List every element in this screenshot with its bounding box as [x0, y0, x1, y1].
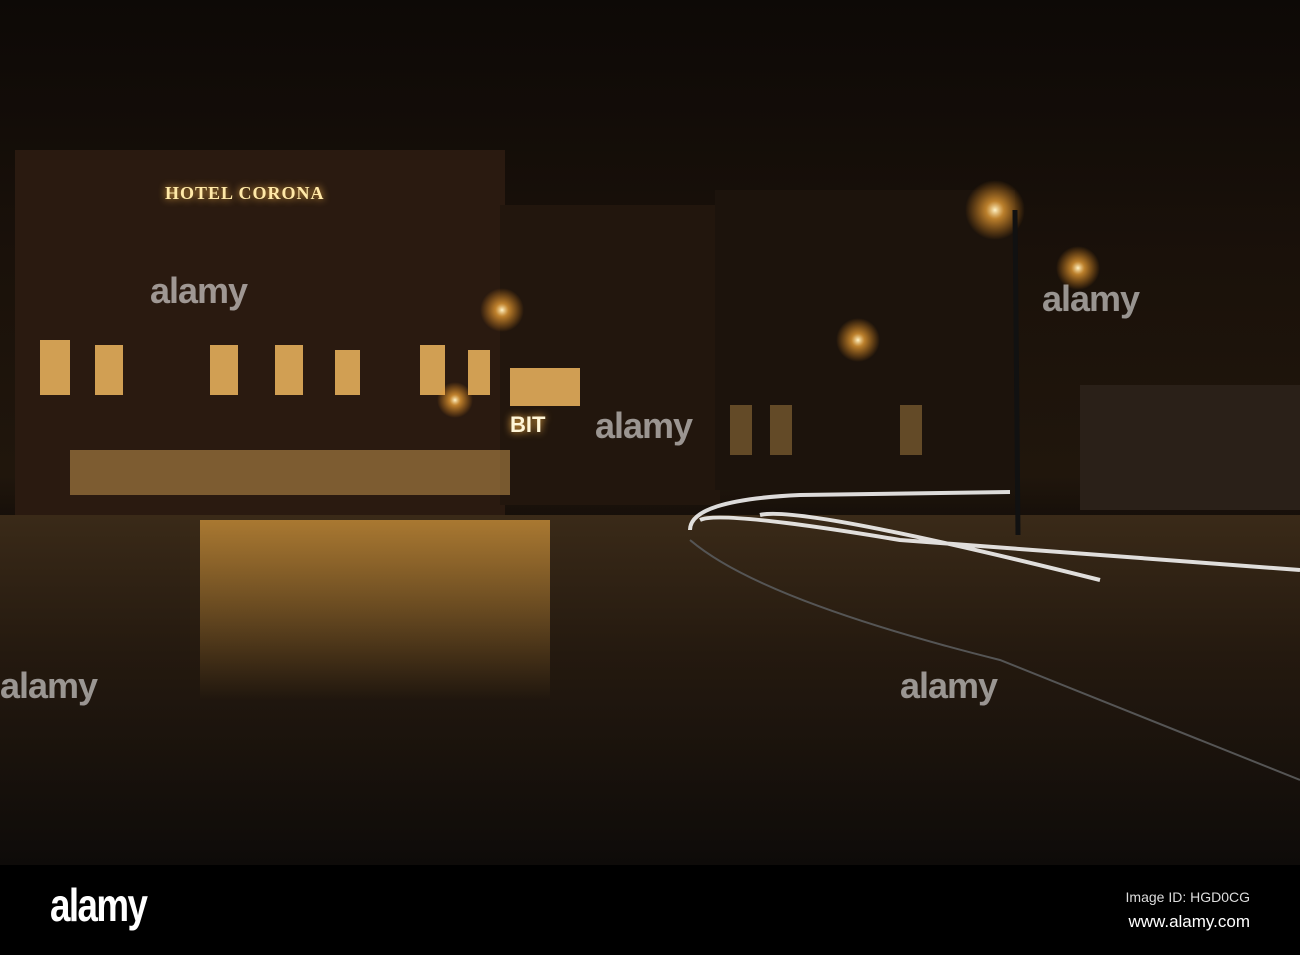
site-url: www.alamy.com	[1128, 912, 1250, 931]
image-id: Image ID: HGD0CG	[1125, 889, 1250, 905]
bit-sign: BIT	[510, 412, 546, 437]
ground	[0, 515, 1300, 865]
watermark: alamy	[0, 665, 98, 706]
hotel-corona-sign: HOTEL CORONA	[165, 183, 325, 203]
footer-bar	[0, 865, 1300, 955]
reflection	[200, 520, 550, 700]
watermark: alamy	[595, 405, 693, 446]
middle-building	[500, 205, 720, 505]
lamp-post	[1012, 209, 1021, 536]
kiosk	[1080, 385, 1300, 510]
watermark: alamy	[1042, 278, 1140, 319]
night-street-photo: HOTEL CORONA BIT alamy alamy alamy alamy…	[0, 0, 1300, 865]
watermark: alamy	[150, 270, 248, 311]
alamy-logo: alamy	[50, 879, 148, 931]
watermark: alamy	[900, 665, 998, 706]
